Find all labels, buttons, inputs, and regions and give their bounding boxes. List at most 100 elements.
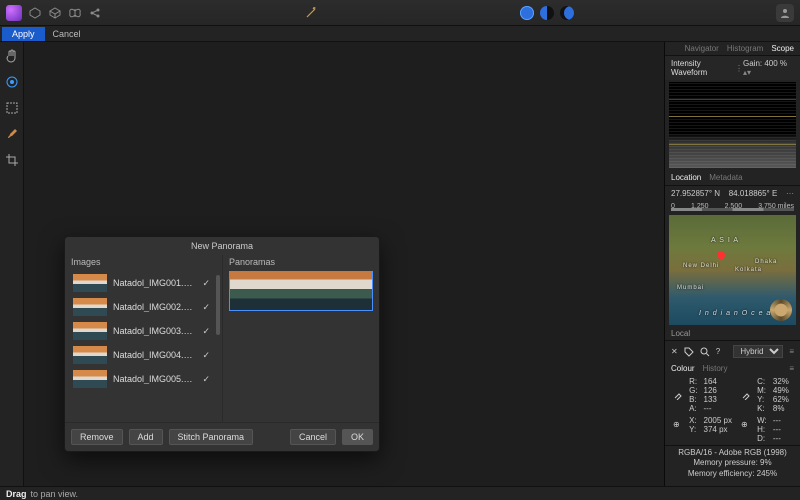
tab-metadata[interactable]: Metadata (709, 173, 742, 182)
account-icon[interactable] (776, 4, 794, 22)
x-value: 2005 px (702, 416, 739, 425)
panorama-preview[interactable] (229, 271, 373, 311)
dialog-title: New Panorama (65, 237, 379, 255)
image-name: Natadol_IMG004.png (113, 350, 196, 360)
stitch-panorama-button[interactable]: Stitch Panorama (169, 429, 254, 445)
w-label: W: (755, 416, 771, 425)
r-label: R: (687, 377, 701, 386)
tab-scope[interactable]: Scope (771, 44, 794, 53)
tag-icon[interactable] (684, 347, 694, 357)
gain-value[interactable]: 400 % (764, 59, 787, 68)
image-row[interactable]: Natadol_IMG005.png ✓ (71, 367, 212, 391)
hand-tool-icon[interactable] (4, 48, 20, 64)
selection-tool-icon[interactable] (4, 100, 20, 116)
d-label: D: (755, 434, 771, 443)
tab-histogram[interactable]: Histogram (727, 44, 763, 53)
g-value: 126 (702, 386, 739, 395)
scope-header: Intensity Waveform ⋮ Gain: 400 % ▴▾ (665, 56, 800, 80)
map-label-asia: A S I A (711, 237, 739, 244)
persona-develop-icon[interactable] (560, 6, 574, 20)
add-button[interactable]: Add (129, 429, 163, 445)
tab-navigator[interactable]: Navigator (685, 44, 719, 53)
meta-efficiency: Memory efficiency: 245% (671, 469, 794, 479)
document-meta: RGBA/16 - Adobe RGB (1998) Memory pressu… (665, 445, 800, 481)
remove-button[interactable]: Remove (71, 429, 123, 445)
crosshair-icon-2[interactable]: ⊕ (741, 420, 751, 430)
tab-history[interactable]: History (703, 364, 728, 373)
map-city-dhaka: Dhaka (755, 259, 777, 265)
y-value: 62% (771, 395, 794, 404)
hexagon-icon[interactable] (28, 6, 42, 20)
h-value: --- (771, 425, 794, 434)
m-label: M: (755, 386, 771, 395)
eyedropper-icon-2[interactable] (741, 390, 751, 400)
scope-title: Intensity Waveform (671, 59, 735, 77)
y-label: Y: (755, 395, 771, 404)
image-thumb (73, 298, 107, 316)
butterfly-icon[interactable] (68, 6, 82, 20)
persona-liquify-icon[interactable] (540, 6, 554, 20)
compass-icon[interactable] (770, 299, 792, 321)
gps-coords: 27.952857° N 84.018865° E ⋯ (665, 186, 800, 201)
apply-button[interactable]: Apply (2, 27, 45, 41)
eyedropper-icon[interactable] (673, 390, 683, 400)
crosshair-icon[interactable]: ⊕ (673, 420, 683, 430)
dialog-images-column: Images Natadol_IMG001.png ✓ Natadol_IMG0… (65, 255, 223, 422)
help-icon[interactable]: ? (716, 347, 720, 356)
w-value: --- (771, 416, 794, 425)
wand-icon[interactable] (304, 6, 318, 20)
x-label: X: (687, 416, 701, 425)
map-city-kolkata: Kolkata (735, 267, 762, 273)
action-bar: Apply Cancel (0, 26, 800, 42)
check-icon[interactable]: ✓ (202, 374, 210, 385)
image-row[interactable]: Natadol_IMG002.png ✓ (71, 295, 212, 319)
k-value: 8% (771, 404, 794, 413)
image-row[interactable]: Natadol_IMG004.png ✓ (71, 343, 212, 367)
image-name: Natadol_IMG002.png (113, 302, 196, 312)
image-list[interactable]: Natadol_IMG001.png ✓ Natadol_IMG002.png … (71, 271, 216, 420)
image-list-scrollbar[interactable] (216, 275, 220, 335)
image-name: Natadol_IMG003.png (113, 326, 196, 336)
check-icon[interactable]: ✓ (202, 278, 210, 289)
colour-menu-icon[interactable]: ≡ (789, 364, 794, 373)
check-icon[interactable]: ✓ (202, 350, 210, 361)
location-map[interactable]: A S I A I n d i a n O c e a n New Delhi … (669, 215, 796, 325)
check-icon[interactable]: ✓ (202, 326, 210, 337)
r-value: 164 (702, 377, 739, 386)
tab-colour[interactable]: Colour (671, 364, 695, 373)
scale-1: 1,250 (691, 203, 709, 210)
dialog-cancel-button[interactable]: Cancel (290, 429, 336, 445)
m-value: 49% (771, 386, 794, 395)
tab-location[interactable]: Location (671, 173, 701, 182)
scope-menu-icon[interactable]: ⋮ (735, 64, 743, 73)
colour-picker-tool-icon[interactable] (4, 74, 20, 90)
share-icon[interactable] (88, 6, 102, 20)
latitude: 27.952857° N (671, 189, 720, 198)
brush-tool-icon[interactable] (4, 126, 20, 142)
panel-menu-icon[interactable]: ≡ (789, 347, 794, 356)
search-icon[interactable] (700, 347, 710, 357)
persona-photo-icon[interactable] (520, 6, 534, 20)
c-label: C: (755, 377, 771, 386)
location-tabs: Location Metadata (665, 170, 800, 186)
top-toolbar (0, 0, 800, 26)
gain-stepper-icon[interactable]: ▴▾ (743, 68, 751, 77)
image-row[interactable]: Natadol_IMG001.png ✓ (71, 271, 212, 295)
dialog-ok-button[interactable]: OK (342, 429, 373, 445)
coords-menu-icon[interactable]: ⋯ (786, 189, 794, 198)
studio-tabs: Navigator Histogram Scope (665, 42, 800, 56)
check-icon[interactable]: ✓ (202, 302, 210, 313)
meta-profile: RGBA/16 - Adobe RGB (1998) (671, 448, 794, 458)
image-row[interactable]: Natadol_IMG003.png ✓ (71, 319, 212, 343)
map-view-select[interactable]: Hybrid (733, 345, 783, 358)
status-bar: Drag to pan view. (0, 486, 800, 500)
a-value: --- (702, 404, 739, 413)
meta-pressure: Memory pressure: 9% (671, 458, 794, 468)
scale-3: 3,750 miles (758, 203, 794, 210)
crop-tool-icon[interactable] (4, 152, 20, 168)
close-x-icon[interactable]: ✕ (671, 347, 678, 356)
dialog-footer: Remove Add Stitch Panorama Cancel OK (65, 422, 379, 451)
image-thumb (73, 370, 107, 388)
cancel-button[interactable]: Cancel (45, 28, 89, 40)
cube-icon[interactable] (48, 6, 62, 20)
